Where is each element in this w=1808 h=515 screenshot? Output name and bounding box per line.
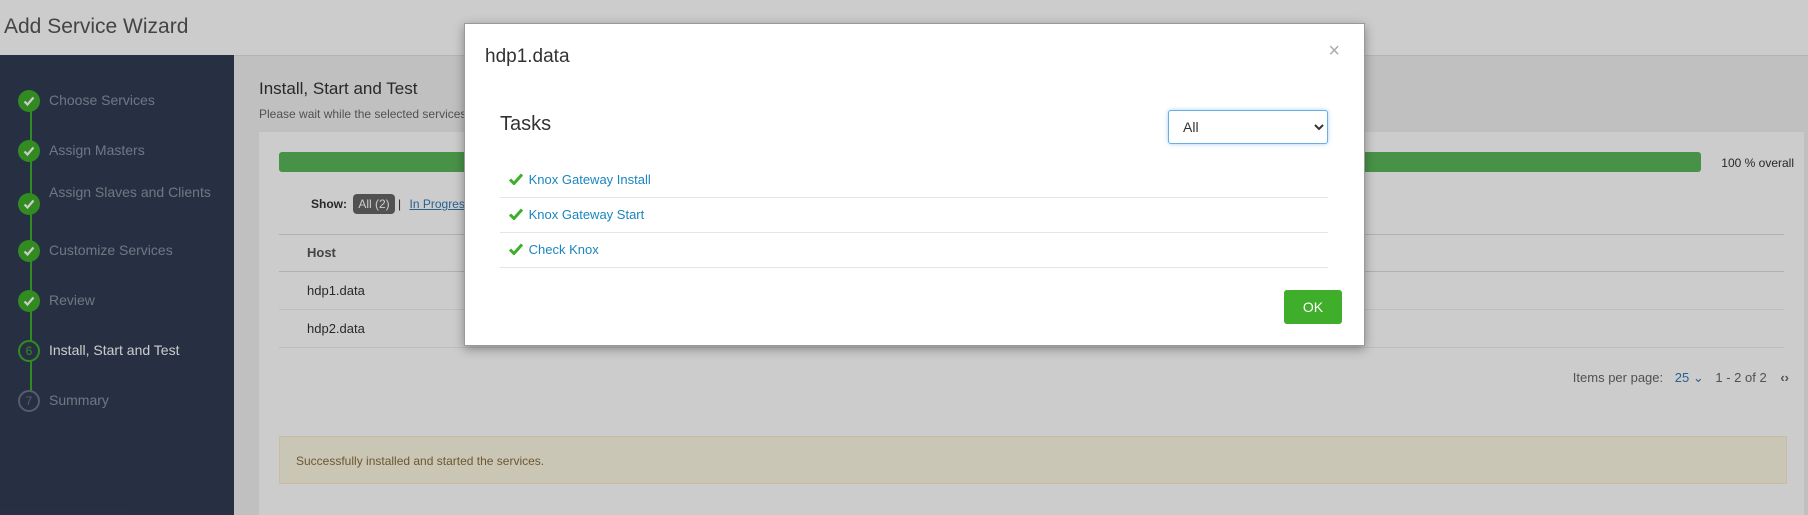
- close-icon[interactable]: ×: [1328, 40, 1340, 63]
- list-item: Check Knox: [500, 233, 1328, 268]
- host-tasks-modal: hdp1.data × Tasks All Knox Gateway Insta…: [464, 23, 1365, 346]
- task-list: Knox Gateway Install Knox Gateway Start …: [500, 163, 1328, 268]
- ok-button[interactable]: OK: [1284, 290, 1342, 324]
- task-link[interactable]: Knox Gateway Install: [529, 172, 651, 187]
- task-link[interactable]: Knox Gateway Start: [529, 207, 645, 222]
- list-item: Knox Gateway Install: [500, 163, 1328, 198]
- check-icon: [509, 173, 523, 186]
- modal-title: hdp1.data: [485, 46, 570, 67]
- list-item: Knox Gateway Start: [500, 198, 1328, 233]
- task-link[interactable]: Check Knox: [529, 242, 599, 257]
- check-icon: [509, 208, 523, 221]
- task-filter-select[interactable]: All: [1168, 110, 1328, 144]
- check-icon: [509, 243, 523, 256]
- tasks-heading: Tasks: [500, 113, 552, 135]
